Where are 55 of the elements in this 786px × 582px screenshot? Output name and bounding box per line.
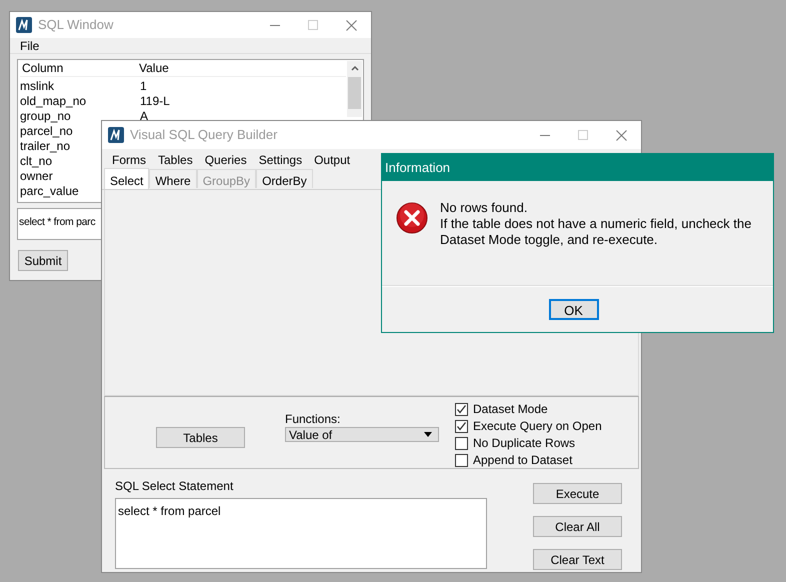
close-icon[interactable] bbox=[346, 20, 357, 30]
menu-item[interactable]: Queries bbox=[204, 151, 247, 169]
dialog-message: No rows found. If the table does not have a numeric field, uncheck the Dataset Mode toggle, and re-execute. bbox=[440, 200, 752, 248]
ok-button[interactable]: OK bbox=[548, 299, 598, 320]
query-text: select * from parc bbox=[19, 216, 96, 228]
menu-item[interactable]: Output bbox=[314, 151, 350, 169]
action-button[interactable]: Clear Text bbox=[533, 549, 622, 570]
table-cell-text: 119-L bbox=[140, 93, 170, 110]
menu-item[interactable]: Tables bbox=[158, 151, 193, 169]
checkbox[interactable] bbox=[455, 402, 468, 416]
table-cell-text: old_map_no bbox=[20, 93, 86, 110]
tab[interactable]: Where bbox=[149, 169, 197, 188]
tab[interactable]: Select bbox=[104, 168, 150, 189]
column-header[interactable]: Column bbox=[20, 59, 137, 77]
table-cell-text: trailer_no bbox=[20, 138, 70, 155]
table-cell-text: parc_value bbox=[20, 183, 79, 200]
table-cell-text: group_no bbox=[20, 108, 71, 125]
checkbox-label: Append to Dataset bbox=[473, 452, 572, 469]
scrollbar[interactable] bbox=[347, 61, 362, 117]
dialog-title: Information bbox=[385, 158, 450, 177]
checkbox-label: No Duplicate Rows bbox=[473, 435, 576, 452]
checkbox-label: Dataset Mode bbox=[473, 401, 548, 418]
column-header[interactable]: Value bbox=[137, 59, 317, 77]
tables-button[interactable]: Tables bbox=[156, 427, 245, 448]
scrollbar-thumb[interactable] bbox=[348, 77, 361, 109]
checkbox-label: Execute Query on Open bbox=[473, 418, 602, 435]
statement-text: select * from parcel bbox=[118, 504, 221, 518]
statement-label: SQL Select Statement bbox=[115, 478, 234, 495]
table-cell-text: A bbox=[140, 108, 148, 125]
table-cell-text: 1 bbox=[140, 78, 147, 95]
query-field[interactable]: select * from parc bbox=[17, 208, 101, 240]
action-button[interactable]: Execute bbox=[533, 483, 622, 504]
close-icon[interactable] bbox=[616, 130, 627, 140]
menu-item[interactable]: File bbox=[20, 36, 40, 54]
dropdown-arrow-icon[interactable] bbox=[424, 432, 432, 437]
checkbox[interactable] bbox=[455, 436, 468, 450]
statement-field[interactable]: select * from parcel bbox=[115, 498, 487, 569]
functions-dropdown[interactable]: Value of bbox=[285, 427, 439, 442]
checkbox[interactable] bbox=[455, 454, 468, 466]
app-icon bbox=[108, 127, 124, 143]
menu-item[interactable]: Settings bbox=[258, 151, 302, 169]
window-title: SQL Window bbox=[38, 16, 114, 34]
window-title: Visual SQL Query Builder bbox=[130, 126, 278, 144]
checkbox[interactable] bbox=[455, 420, 468, 432]
action-button[interactable]: Clear All bbox=[533, 516, 622, 537]
table-cell-text: clt_no bbox=[20, 153, 52, 170]
menu-item[interactable]: Forms bbox=[112, 151, 146, 169]
app-icon bbox=[16, 17, 32, 33]
tab[interactable]: OrderBy bbox=[256, 169, 313, 188]
table-cell-text: parcel_no bbox=[20, 123, 73, 140]
submit-button[interactable]: Submit bbox=[18, 250, 68, 271]
table-cell-text: owner bbox=[20, 168, 53, 185]
functions-label: Functions: bbox=[285, 411, 340, 428]
table-cell-text: mslink bbox=[20, 78, 54, 95]
error-icon bbox=[396, 202, 428, 234]
